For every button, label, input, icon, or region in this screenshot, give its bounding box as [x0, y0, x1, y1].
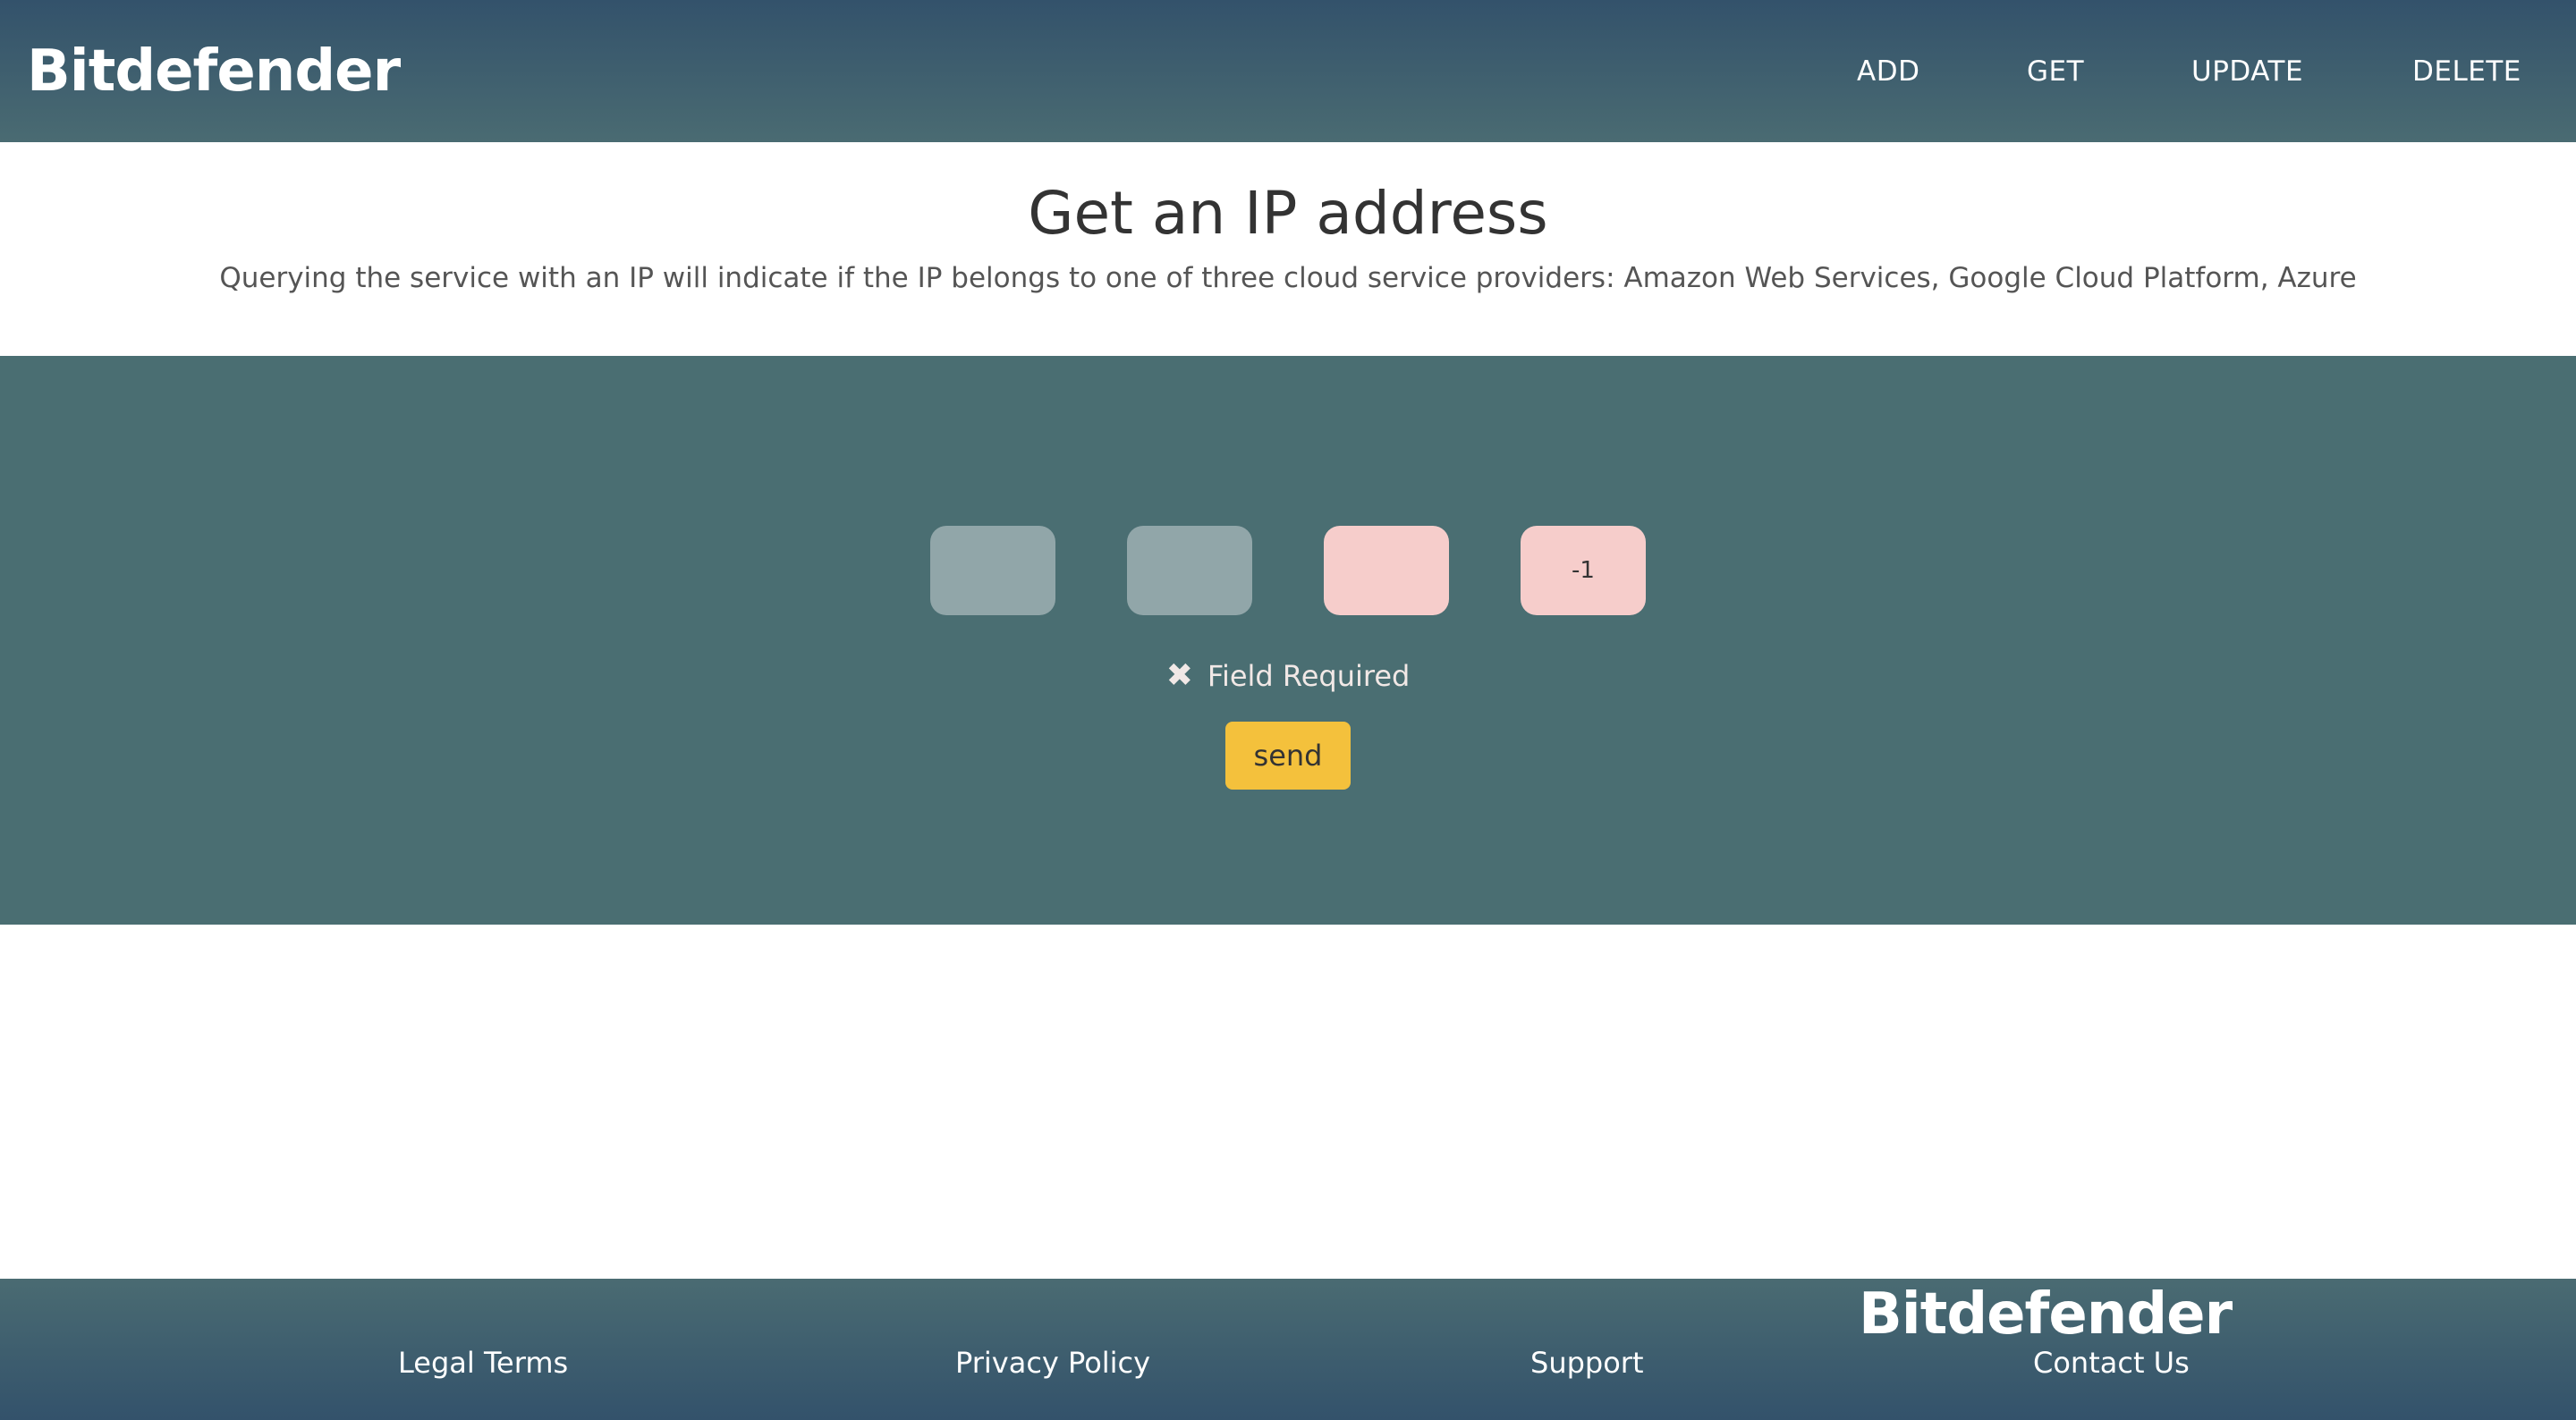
- ip-octet-3-input[interactable]: [1324, 526, 1449, 615]
- footer: Bitdefender Legal Terms Privacy Policy S…: [0, 1279, 2576, 1420]
- ip-octet-4-input[interactable]: [1521, 526, 1646, 615]
- nav-add[interactable]: ADD: [1857, 52, 1919, 91]
- footer-link-privacy-policy[interactable]: Privacy Policy: [955, 1343, 1150, 1382]
- validation-error: ✖ Field Required: [0, 656, 2576, 696]
- ip-octet-1-input[interactable]: [930, 526, 1055, 615]
- title-section: Get an IP address Querying the service w…: [0, 142, 2576, 356]
- footer-brand-logo[interactable]: Bitdefender: [1859, 1279, 2233, 1350]
- footer-link-contact-us[interactable]: Contact Us: [2033, 1343, 2190, 1382]
- error-message: Field Required: [1207, 659, 1411, 693]
- nav-get[interactable]: GET: [2027, 52, 2084, 91]
- page: Bitdefender ADD GET UPDATE DELETE Get an…: [0, 0, 2576, 1420]
- ip-form-panel: ✖ Field Required send: [0, 356, 2576, 925]
- page-subtitle: Querying the service with an IP will ind…: [219, 262, 2357, 294]
- send-button[interactable]: send: [1225, 722, 1351, 790]
- footer-link-support[interactable]: Support: [1530, 1343, 1644, 1382]
- ip-octet-2-input[interactable]: [1127, 526, 1252, 615]
- close-x-icon: ✖: [1165, 657, 1193, 694]
- footer-link-legal-terms[interactable]: Legal Terms: [398, 1343, 568, 1382]
- page-title: Get an IP address: [1028, 179, 1548, 248]
- nav-delete[interactable]: DELETE: [2412, 52, 2521, 91]
- top-header: Bitdefender ADD GET UPDATE DELETE: [0, 0, 2576, 142]
- nav-update[interactable]: UPDATE: [2191, 52, 2303, 91]
- brand-logo[interactable]: Bitdefender: [27, 32, 401, 111]
